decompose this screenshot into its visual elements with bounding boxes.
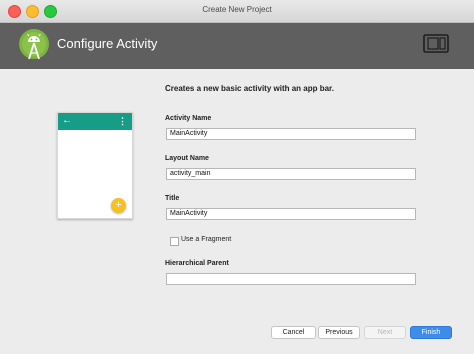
phone-tablet-icon: [423, 34, 449, 53]
dialog-window: Create New Project Configure Activity Cr…: [0, 0, 474, 354]
use-fragment-label[interactable]: Use a Fragment: [181, 236, 231, 243]
title-input[interactable]: [166, 208, 416, 220]
activity-name-label: Activity Name: [165, 115, 212, 122]
overflow-menu-icon: ⋮: [118, 116, 127, 126]
finish-button[interactable]: Finish: [410, 326, 452, 339]
hierarchical-parent-input[interactable]: [166, 273, 416, 285]
preview-app-bar: ← ⋮: [58, 113, 132, 130]
title-bar[interactable]: Create New Project: [0, 0, 474, 23]
use-fragment-checkbox[interactable]: [170, 237, 179, 246]
page-title: Configure Activity: [57, 36, 158, 51]
previous-button[interactable]: Previous: [318, 326, 360, 339]
hierarchical-parent-label: Hierarchical Parent: [165, 260, 229, 267]
activity-preview: ← ⋮ +: [57, 112, 133, 219]
title-label: Title: [165, 195, 180, 202]
window-title: Create New Project: [202, 5, 272, 14]
back-arrow-icon: ←: [62, 115, 72, 126]
activity-description: Creates a new basic activity with an app…: [165, 84, 334, 93]
activity-name-input[interactable]: [166, 128, 416, 140]
layout-name-label: Layout Name: [165, 155, 209, 162]
layout-name-input[interactable]: [166, 168, 416, 180]
next-button[interactable]: Next: [364, 326, 406, 339]
fab-plus-icon: +: [111, 198, 126, 213]
wizard-header: Configure Activity: [0, 23, 474, 69]
cancel-button[interactable]: Cancel: [271, 326, 316, 339]
android-studio-logo-icon: [19, 29, 49, 60]
